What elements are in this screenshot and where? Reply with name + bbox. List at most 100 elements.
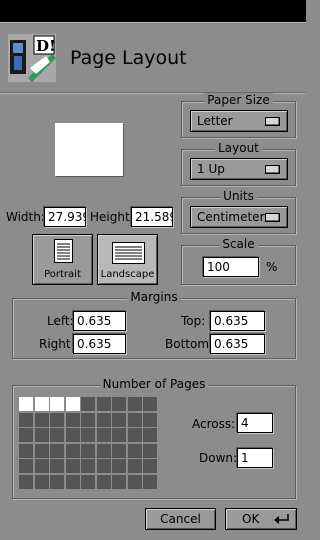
landscape-label: Landscape <box>100 269 155 280</box>
page-grid-cell[interactable] <box>128 475 142 489</box>
page-grid-cell[interactable] <box>50 475 64 489</box>
page-grid-cell[interactable] <box>112 428 126 442</box>
page-grid-cell[interactable] <box>50 413 64 427</box>
height-label: Height: <box>90 210 134 224</box>
page-grid-cell[interactable] <box>50 428 64 442</box>
page-grid-cell[interactable] <box>35 428 49 442</box>
page-grid-cell[interactable] <box>66 475 80 489</box>
units-value: Centimeters <box>197 210 271 224</box>
page-grid-cell[interactable] <box>97 459 111 473</box>
units-dropdown[interactable]: Centimeters <box>190 206 288 228</box>
margin-bottom-label: Bottom: <box>165 337 214 351</box>
page-grid-cell[interactable] <box>19 459 33 473</box>
width-input[interactable]: 27.939 <box>44 207 86 227</box>
portrait-label: Portrait <box>44 269 81 280</box>
margin-left-input[interactable]: 0.635 <box>73 311 126 331</box>
layout-dropdown[interactable]: 1 Up <box>190 158 288 180</box>
window-titlebar[interactable] <box>0 0 306 22</box>
page-grid-cell[interactable] <box>66 444 80 458</box>
pages-label: Number of Pages <box>99 377 209 391</box>
page-grid-cell[interactable] <box>19 397 33 411</box>
margin-right-label: Right: <box>39 337 75 351</box>
page-grid-cell[interactable] <box>81 397 95 411</box>
page-count-grid[interactable] <box>19 397 159 490</box>
ok-label: OK <box>242 512 260 526</box>
page-grid-cell[interactable] <box>35 444 49 458</box>
margin-top-input[interactable]: 0.635 <box>210 311 265 331</box>
margin-bottom-input[interactable]: 0.635 <box>210 334 265 354</box>
page-grid-cell[interactable] <box>112 475 126 489</box>
page-grid-cell[interactable] <box>81 444 95 458</box>
paper-size-label: Paper Size <box>204 93 273 107</box>
return-key-icon <box>274 514 289 524</box>
page-grid-cell[interactable] <box>66 459 80 473</box>
margins-label: Margins <box>127 290 181 304</box>
page-grid-cell[interactable] <box>97 475 111 489</box>
margin-right-input[interactable]: 0.635 <box>73 334 126 354</box>
portrait-button[interactable]: Portrait <box>32 234 93 285</box>
page-grid-cell[interactable] <box>143 413 157 427</box>
layout-label: Layout <box>215 141 262 155</box>
scale-label: Scale <box>219 237 258 251</box>
page-grid-cell[interactable] <box>50 459 64 473</box>
layout-value: 1 Up <box>197 162 225 176</box>
page-grid-cell[interactable] <box>50 444 64 458</box>
paper-size-dropdown[interactable]: Letter <box>190 110 288 132</box>
page-grid-cell[interactable] <box>97 413 111 427</box>
page-grid-cell[interactable] <box>143 475 157 489</box>
page-grid-cell[interactable] <box>128 444 142 458</box>
page-grid-cell[interactable] <box>19 444 33 458</box>
landscape-page-icon <box>112 242 145 264</box>
page-grid-cell[interactable] <box>128 397 142 411</box>
page-grid-cell[interactable] <box>112 459 126 473</box>
page-grid-cell[interactable] <box>81 428 95 442</box>
across-input[interactable]: 4 <box>237 413 273 433</box>
page-grid-cell[interactable] <box>112 413 126 427</box>
page-title: Page Layout <box>70 47 187 69</box>
page-preview <box>55 123 123 176</box>
page-grid-cell[interactable] <box>19 413 33 427</box>
page-grid-cell[interactable] <box>35 413 49 427</box>
page-grid-cell[interactable] <box>97 397 111 411</box>
page-grid-cell[interactable] <box>81 413 95 427</box>
down-label: Down: <box>199 451 238 465</box>
page-grid-cell[interactable] <box>50 397 64 411</box>
page-grid-cell[interactable] <box>143 444 157 458</box>
page-grid-cell[interactable] <box>19 475 33 489</box>
page-grid-cell[interactable] <box>66 428 80 442</box>
page-grid-cell[interactable] <box>143 397 157 411</box>
page-grid-cell[interactable] <box>112 397 126 411</box>
down-input[interactable]: 1 <box>237 448 273 468</box>
page-grid-cell[interactable] <box>66 413 80 427</box>
page-grid-cell[interactable] <box>97 444 111 458</box>
landscape-button[interactable]: Landscape <box>97 234 158 285</box>
margin-left-label: Left: <box>47 314 74 328</box>
page-grid-cell[interactable] <box>19 428 33 442</box>
page-grid-cell[interactable] <box>128 413 142 427</box>
page-grid-cell[interactable] <box>143 428 157 442</box>
page-grid-cell[interactable] <box>35 475 49 489</box>
page-grid-cell[interactable] <box>35 397 49 411</box>
page-grid-cell[interactable] <box>112 444 126 458</box>
page-grid-cell[interactable] <box>35 459 49 473</box>
ok-button[interactable]: OK <box>225 508 297 530</box>
margin-top-label: Top: <box>181 314 206 328</box>
cancel-button[interactable]: Cancel <box>145 508 216 530</box>
dropdown-indicator-icon <box>265 165 280 174</box>
page-grid-cell[interactable] <box>66 397 80 411</box>
page-grid-cell[interactable] <box>128 459 142 473</box>
header-divider <box>0 92 306 94</box>
dropdown-indicator-icon <box>265 117 280 126</box>
scale-input[interactable]: 100 <box>203 257 259 277</box>
paper-size-value: Letter <box>197 114 233 128</box>
width-label: Width: <box>6 210 45 224</box>
units-label: Units <box>220 189 257 203</box>
portrait-page-icon <box>54 239 73 263</box>
page-grid-cell[interactable] <box>81 459 95 473</box>
page-grid-cell[interactable] <box>128 428 142 442</box>
page-grid-cell[interactable] <box>81 475 95 489</box>
document-tool-icon: D! <box>8 34 56 82</box>
height-input[interactable]: 21.589 <box>131 207 173 227</box>
page-grid-cell[interactable] <box>97 428 111 442</box>
page-grid-cell[interactable] <box>143 459 157 473</box>
